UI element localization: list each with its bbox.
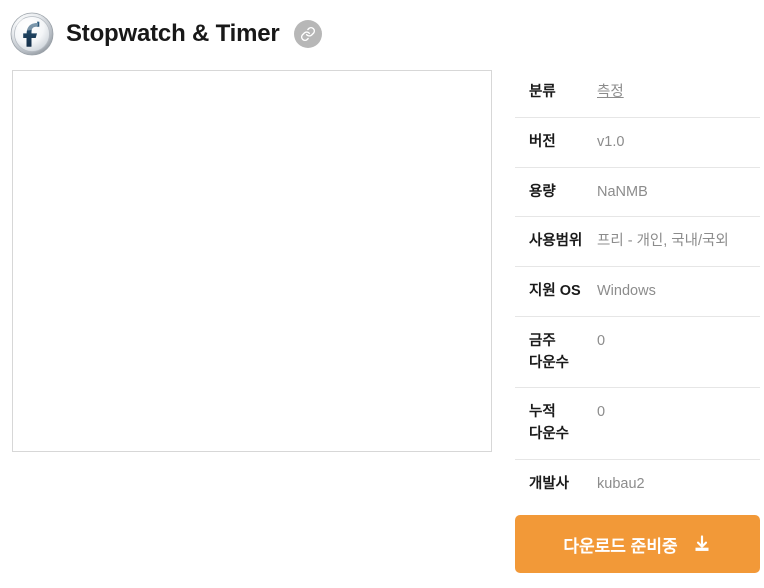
table-row: 사용범위 프리 - 개인, 국내/국외 [515,217,760,267]
page-title: Stopwatch & Timer [66,20,280,47]
download-button[interactable]: 다운로드 준비중 [515,515,760,573]
link-glyph [300,27,315,41]
info-label: 누적 다운수 [529,404,570,442]
info-label: 개발사 [529,475,570,492]
info-value-total-downloads: 0 [597,404,606,421]
info-label: 금주 다운수 [529,332,570,371]
screenshot-preview-area [12,70,492,452]
info-label: 지원 OS [529,283,581,299]
page-header: Stopwatch & Timer [0,0,764,68]
download-icon [695,535,709,551]
app-info-table: 분류 측정 버전 v1.0 용량 NaNMB 사용범위 프리 - 개인, 국내/… [515,68,760,509]
flash-icon [10,12,54,56]
info-value-os: Windows [597,283,656,299]
table-row: 분류 측정 [515,68,760,118]
info-label: 버전 [529,133,556,150]
info-value-version: v1.0 [597,133,625,150]
info-label: 사용범위 [529,233,583,250]
table-row: 버전 v1.0 [515,118,760,168]
link-icon[interactable] [293,20,322,48]
info-value-category[interactable]: 측정 [595,82,760,104]
table-row: 지원 OS Windows [515,267,760,317]
table-row: 누적 다운수 0 [515,388,760,460]
info-label: 분류 [529,84,556,100]
table-row: 개발사 kubau2 [515,460,760,509]
info-value-weekly-downloads: 0 [597,332,606,349]
info-value-size: NaNMB [597,183,648,200]
info-label: 용량 [529,183,556,200]
info-value-developer: kubau2 [597,475,645,492]
download-button-label: 다운로드 준비중 [563,536,678,556]
table-row: 용량 NaNMB [515,168,760,218]
info-value-license: 프리 - 개인, 국내/국외 [597,233,729,250]
table-row: 금주 다운수 0 [515,317,760,389]
